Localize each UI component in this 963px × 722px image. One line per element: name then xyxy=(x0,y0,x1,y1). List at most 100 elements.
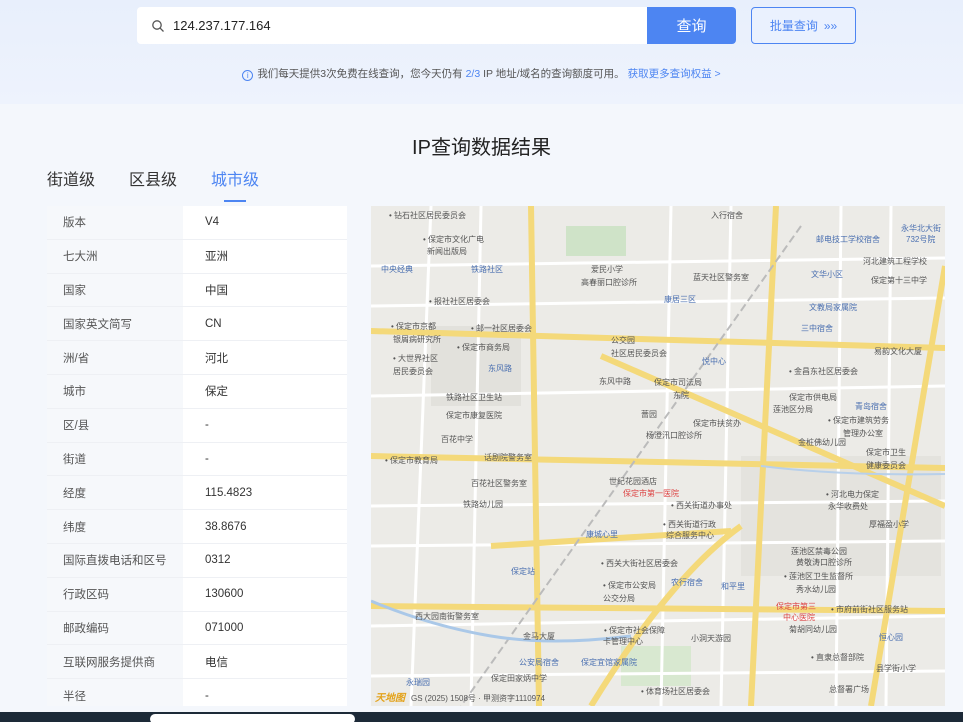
row-value: - xyxy=(205,419,209,432)
tab-city-level[interactable]: 城市级 xyxy=(211,166,259,202)
table-row: 街道 - xyxy=(47,442,347,477)
map-place-label: 恒心园 xyxy=(879,633,903,642)
map-place-label: 东风路 xyxy=(488,364,512,373)
row-value: 中国 xyxy=(205,284,228,297)
row-value: 115.4823 xyxy=(205,486,253,499)
level-tabs: 街道级 区县级 城市级 xyxy=(47,166,259,202)
map-place-label: • 保定市社会保障 xyxy=(604,626,666,635)
map-place-label: • 西关街道行政 xyxy=(663,520,717,529)
row-value: V4 xyxy=(205,216,220,229)
top-banner: 查询 批量查询 »» i我们每天提供3次免费在线查询，您今天仍有 2/3 IP … xyxy=(0,0,963,104)
row-key: 洲/省 xyxy=(47,341,183,374)
table-row: 国家 中国 xyxy=(47,273,347,308)
search-button[interactable]: 查询 xyxy=(647,7,736,44)
map-place-label: 秀水幼儿园 xyxy=(796,585,836,594)
table-row: 版本 V4 xyxy=(47,206,347,240)
map-place-label: • 金昌东社区居委会 xyxy=(789,367,859,376)
map-place-label: 中央经典 xyxy=(381,265,413,274)
row-key: 半径 xyxy=(47,679,183,706)
notice-remaining: 2/3 xyxy=(465,68,481,80)
map-place-label: 综合服务中心 xyxy=(666,531,714,540)
row-key: 经度 xyxy=(47,476,183,510)
map-place-label: 小洞天游园 xyxy=(691,634,731,643)
map-place-label: 莲池区禁毒公园 xyxy=(791,547,847,556)
os-taskbar xyxy=(0,712,963,722)
map-place-label: 黄敬涛口腔诊所 xyxy=(796,558,852,567)
map-place-label: • 直隶总督部院 xyxy=(811,653,865,662)
map-place-label: 邮电技工学校宿舍 xyxy=(816,235,880,244)
map-place-label: • 保定市京都 xyxy=(391,322,437,331)
map-provider-logo: 天地图 xyxy=(375,693,405,704)
page-title: IP查询数据结果 xyxy=(412,137,551,159)
row-key: 区/县 xyxy=(47,408,183,442)
table-row: 洲/省 河北 xyxy=(47,341,347,375)
map-place-label: 爱民小学 xyxy=(591,265,623,274)
map-place-label: • 钻石社区居民委员会 xyxy=(389,211,467,220)
search-box[interactable] xyxy=(137,7,647,44)
map-place-label: 和平里 xyxy=(721,582,745,591)
map-place-label: • 莲池区卫生监督所 xyxy=(784,572,854,581)
map-place-label: 732号院 xyxy=(906,235,936,244)
row-key: 版本 xyxy=(47,206,183,239)
tab-street-level[interactable]: 街道级 xyxy=(47,166,95,202)
row-value: 071000 xyxy=(205,621,244,634)
map-place-label: 三中宿舍 xyxy=(801,324,833,333)
map-place-label: 悦中心 xyxy=(702,357,726,366)
map-place-label: • 西关街道办事处 xyxy=(671,501,733,510)
ip-info-table: 版本 V4 七大洲 亚洲 国家 中国 国家英文简写 CN 洲/省 河北 城市 保定 区/县 -… xyxy=(47,206,347,706)
map-place-label: 保定市卫生 xyxy=(866,448,906,457)
row-key: 国家英文简写 xyxy=(47,307,183,341)
table-row: 半径 - xyxy=(47,679,347,706)
row-value: 亚洲 xyxy=(205,251,228,264)
double-chevron-right-icon: »» xyxy=(823,18,838,33)
map-place-label: 百花中学 xyxy=(441,435,473,444)
row-key: 互联网服务提供商 xyxy=(47,645,183,679)
map-copyright: 天地图 GS (2025) 1508号 · 甲测资字1110974 xyxy=(375,689,545,704)
map-place-label: • 西关大街社区居委会 xyxy=(601,559,679,568)
map-place-label: • 保定市商务局 xyxy=(457,343,511,352)
map-place-label: 县学街小学 xyxy=(876,664,916,673)
map-place-label: 东风中路 xyxy=(599,377,631,386)
row-key: 国家 xyxy=(47,273,183,307)
map-place-label: 厚福盈小学 xyxy=(869,520,909,529)
taskbar-search[interactable] xyxy=(150,714,355,722)
map-place-label: 青岛宿舍 xyxy=(855,402,887,411)
map-place-label: 管理办公室 xyxy=(843,429,883,438)
row-key: 纬度 xyxy=(47,510,183,543)
map-place-label: 高春丽口腔诊所 xyxy=(581,278,637,287)
map-place-label: 菊胡同幼儿园 xyxy=(789,625,837,634)
map-place-label: 公交分局 xyxy=(603,594,635,603)
table-row: 国家英文简写 CN xyxy=(47,307,347,342)
map-place-label: 康居三区 xyxy=(664,295,696,304)
batch-query-button[interactable]: 批量查询 »» xyxy=(751,7,856,44)
row-value: - xyxy=(205,452,209,465)
map-place-label: 文教局家属院 xyxy=(809,303,857,312)
map-place-label: 新闻出版局 xyxy=(427,247,467,256)
table-row: 互联网服务提供商 电信 xyxy=(47,645,347,680)
map-place-label: 公交园 xyxy=(611,336,635,345)
map-place-label: 百花社区警务室 xyxy=(471,479,527,488)
more-quota-link[interactable]: 获取更多查询权益 > xyxy=(628,68,721,80)
map-place-label: • 保定市教育局 xyxy=(385,456,439,465)
map-place-label: • 邮一社区居委会 xyxy=(471,324,533,333)
row-value: - xyxy=(205,689,209,702)
map-place-label: 话剧院警务室 xyxy=(484,453,532,462)
search-icon xyxy=(152,19,164,32)
location-map[interactable]: • 钻石社区居民委员会 • 保定市文化广电 新闻出版局 中央经典 铁路社区 爱民小学 高春丽… xyxy=(371,206,945,706)
map-place-label: 保定市司法局 xyxy=(654,378,702,387)
search-input[interactable] xyxy=(173,18,593,33)
row-key: 邮政编码 xyxy=(47,611,183,645)
table-row: 纬度 38.8676 xyxy=(47,510,347,544)
map-place-label: • 市府前街社区服务站 xyxy=(831,605,909,614)
copyright-text: GS (2025) 1508号 · 甲测资字1110974 xyxy=(411,694,545,703)
map-place-label: 蓝天社区警务室 xyxy=(693,273,749,282)
row-key: 城市 xyxy=(47,374,183,408)
tab-district-level[interactable]: 区县级 xyxy=(129,166,177,202)
row-value: 河北 xyxy=(205,352,228,365)
map-place-label: 西大园南街警务室 xyxy=(415,612,479,621)
row-value: 130600 xyxy=(205,588,244,601)
map-place-label: 东院 xyxy=(673,391,689,400)
map-place-label: 社区居民委员会 xyxy=(611,349,667,358)
map-place-label: 中心医院 xyxy=(783,613,815,622)
row-key: 街道 xyxy=(47,442,183,476)
